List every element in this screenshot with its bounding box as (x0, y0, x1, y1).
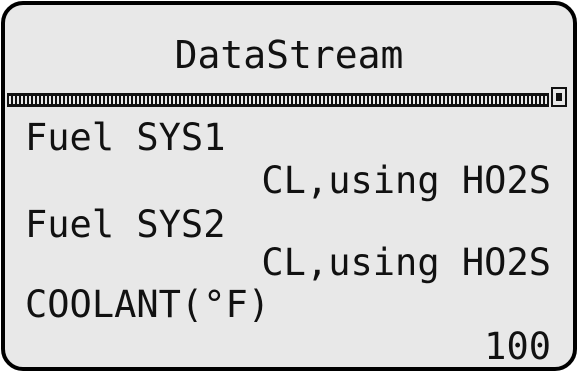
scrollbar-track (7, 93, 549, 107)
lcd-screen: DataStream Fuel SYS1 CL,using HO2S Fuel … (1, 1, 577, 371)
coolant-value: 100 (484, 325, 551, 368)
fuel-sys1-label: Fuel SYS1 (25, 116, 226, 159)
screen-title: DataStream (174, 33, 404, 77)
fuel-sys1-value: CL,using HO2S (261, 159, 551, 202)
scrollbar-thumb[interactable] (551, 87, 567, 107)
coolant-label: COOLANT(°F) (25, 283, 271, 326)
fuel-sys2-label: Fuel SYS2 (25, 203, 226, 246)
scrollbar[interactable] (7, 87, 567, 109)
fuel-sys2-value: CL,using HO2S (261, 241, 551, 284)
